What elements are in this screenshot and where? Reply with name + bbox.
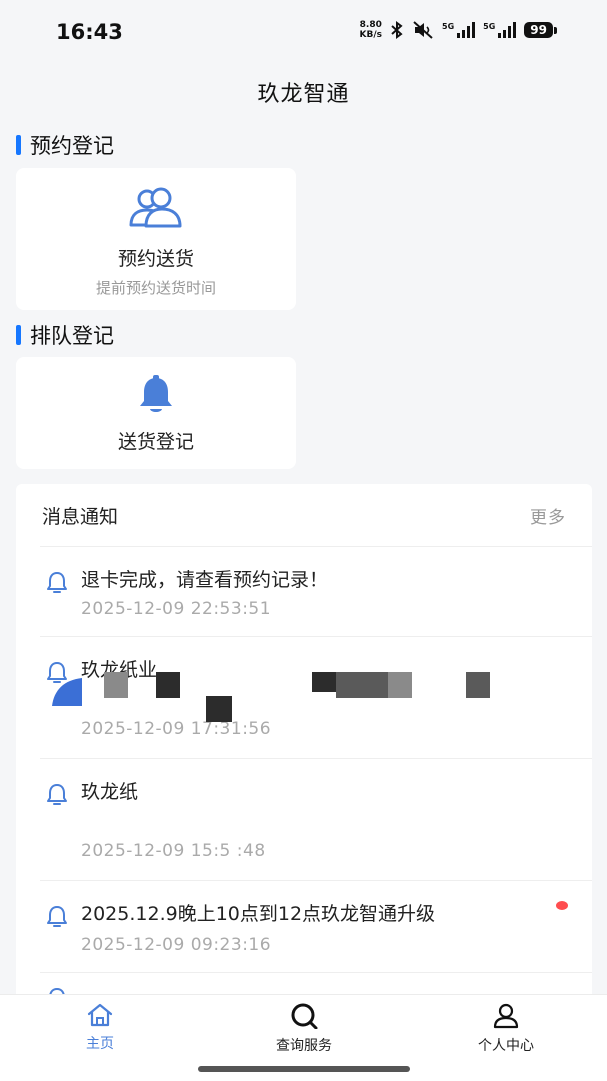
redaction-block [336, 672, 362, 698]
tab-home[interactable]: 主页 [30, 1003, 170, 1053]
bell-outline-icon [47, 572, 67, 593]
battery-indicator: 99 [524, 22, 557, 38]
redaction-block [466, 672, 490, 698]
notice-panel: 消息通知 更多 退卡完成，请查看预约记录！ 2025-12-09 22:53:5… [16, 484, 592, 1004]
redaction-blob [52, 678, 82, 706]
person-icon [493, 1003, 519, 1029]
bell-icon [140, 375, 172, 412]
notice-header: 消息通知 更多 [42, 502, 566, 529]
section-title-queue: 排队登记 [16, 320, 114, 350]
redaction-block [206, 696, 232, 722]
search-icon [291, 1003, 318, 1030]
notice-time: 2025-12-09 17:31:56 [81, 719, 272, 739]
notice-item[interactable]: 退卡完成，请查看预约记录！ 2025-12-09 22:53:51 [40, 546, 592, 637]
notice-item[interactable]: 2025.12.9晚上10点到12点玖龙智通升级 2025-12-09 09:2… [40, 880, 592, 973]
bluetooth-icon [391, 21, 403, 39]
section-accent-bar [16, 325, 21, 345]
notice-time: 2025-12-09 09:23:16 [81, 935, 272, 955]
home-indicator [198, 1066, 410, 1072]
notice-item[interactable]: 玖龙纸 2025-12-09 15:5 :48 [40, 758, 592, 881]
notice-time: 2025-12-09 22:53:51 [81, 599, 272, 619]
page-title: 玖龙智通 [257, 82, 350, 107]
reserve-delivery-card[interactable]: 预约送货 提前预约送货时间 [16, 168, 296, 310]
status-icons: 8.80 KB/s 5G 5G 99 [359, 20, 557, 40]
unread-dot [556, 901, 568, 910]
notice-text: 退卡完成，请查看预约记录！ [81, 569, 329, 591]
tab-personal-center[interactable]: 个人中心 [436, 1003, 576, 1055]
redaction-block [388, 672, 412, 698]
card-title: 送货登记 [117, 431, 194, 453]
signal-sim2-icon: 5G [483, 22, 517, 38]
redaction-block [312, 672, 336, 692]
redaction-block [156, 672, 180, 698]
redaction-block [104, 672, 128, 698]
redaction-block [362, 672, 388, 698]
notice-time: 2025-12-09 15:5 :48 [81, 841, 266, 861]
more-link[interactable]: 更多 [530, 503, 566, 528]
network-speed: 8.80 KB/s [359, 20, 383, 40]
bell-outline-icon [47, 784, 67, 805]
delivery-register-card[interactable]: 送货登记 [16, 357, 296, 469]
notice-title: 消息通知 [42, 506, 119, 528]
status-bar: 16:43 8.80 KB/s 5G 5G 99 [0, 0, 607, 66]
signal-sim1-icon: 5G [442, 22, 476, 38]
users-icon [129, 187, 182, 228]
tab-label: 主页 [86, 1036, 114, 1052]
tab-label: 查询服务 [276, 1038, 332, 1054]
bell-outline-icon [47, 906, 67, 927]
notice-text: 2025.12.9晚上10点到12点玖龙智通升级 [81, 903, 436, 925]
card-subtitle: 提前预约送货时间 [95, 279, 216, 297]
mute-icon [413, 21, 433, 39]
status-time: 16:43 [56, 20, 123, 44]
home-icon [87, 1003, 113, 1027]
tab-query-service[interactable]: 查询服务 [234, 1003, 374, 1055]
card-title: 预约送货 [117, 248, 194, 270]
tab-label: 个人中心 [478, 1038, 534, 1054]
notice-text: 玖龙纸 [81, 781, 139, 803]
section-title-reservation: 预约登记 [16, 130, 114, 160]
section-accent-bar [16, 135, 21, 155]
